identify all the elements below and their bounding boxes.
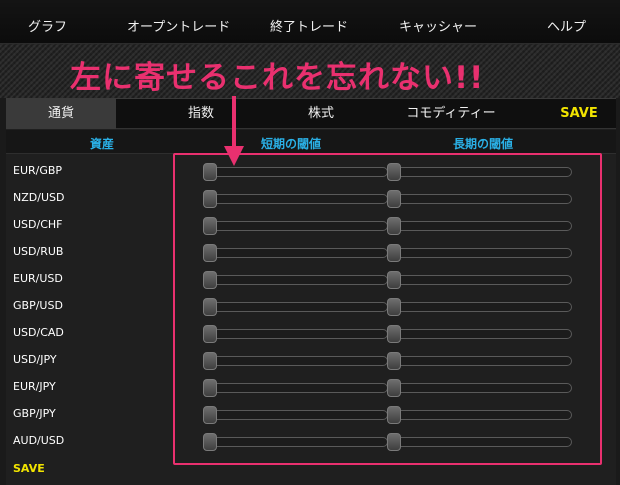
annotation-text: 左に寄せるこれを忘れない!!: [70, 60, 485, 96]
slider-handle[interactable]: [387, 298, 401, 316]
short-threshold-slider[interactable]: [203, 190, 388, 208]
long-threshold-slider[interactable]: [387, 244, 572, 262]
slider-handle[interactable]: [203, 271, 217, 289]
long-threshold-slider[interactable]: [387, 352, 572, 370]
slider-handle[interactable]: [203, 217, 217, 235]
long-threshold-slider[interactable]: [387, 217, 572, 235]
tab-stocks[interactable]: 株式: [286, 99, 356, 129]
nav-item-graph[interactable]: グラフ: [28, 16, 67, 35]
asset-label: EUR/USD: [13, 272, 63, 285]
short-threshold-slider[interactable]: [203, 298, 388, 316]
asset-label: USD/RUB: [13, 245, 64, 258]
slider-handle[interactable]: [387, 325, 401, 343]
short-threshold-slider[interactable]: [203, 271, 388, 289]
short-threshold-slider[interactable]: [203, 433, 388, 451]
short-threshold-slider[interactable]: [203, 406, 388, 424]
long-threshold-slider[interactable]: [387, 433, 572, 451]
tab-save-button[interactable]: SAVE: [554, 99, 604, 129]
asset-label: USD/JPY: [13, 353, 57, 366]
nav-item-cashier[interactable]: キャッシャー: [399, 16, 477, 35]
short-threshold-slider[interactable]: [203, 379, 388, 397]
long-threshold-slider[interactable]: [387, 298, 572, 316]
long-threshold-slider[interactable]: [387, 325, 572, 343]
threshold-settings-panel: 通貨 指数 株式 コモディティー SAVE 資産 短期の閾値 長期の閾値 EUR…: [6, 98, 616, 485]
slider-handle[interactable]: [203, 190, 217, 208]
slider-handle[interactable]: [387, 433, 401, 451]
slider-handle[interactable]: [203, 163, 217, 181]
slider-handle[interactable]: [203, 325, 217, 343]
nav-item-open-trades[interactable]: オープントレード: [127, 16, 230, 35]
long-threshold-slider[interactable]: [387, 163, 572, 181]
slider-handle[interactable]: [387, 271, 401, 289]
slider-handle[interactable]: [203, 244, 217, 262]
slider-handle[interactable]: [387, 406, 401, 424]
slider-handle[interactable]: [387, 244, 401, 262]
long-threshold-slider[interactable]: [387, 271, 572, 289]
asset-label: USD/CAD: [13, 326, 64, 339]
asset-label: EUR/JPY: [13, 380, 56, 393]
column-headers: 資産 短期の閾値 長期の閾値: [6, 130, 616, 154]
column-header-asset: 資産: [90, 137, 115, 151]
slider-handle[interactable]: [387, 190, 401, 208]
slider-handle[interactable]: [203, 298, 217, 316]
slider-handle[interactable]: [203, 406, 217, 424]
short-threshold-slider[interactable]: [203, 325, 388, 343]
slider-handle[interactable]: [203, 433, 217, 451]
top-navigation: グラフ オープントレード 終了トレード キャッシャー ヘルプ: [0, 0, 620, 44]
tab-indices[interactable]: 指数: [116, 99, 286, 129]
asset-label: GBP/USD: [13, 299, 63, 312]
asset-label: EUR/GBP: [13, 164, 63, 177]
nav-item-help[interactable]: ヘルプ: [547, 16, 586, 35]
tab-currency[interactable]: 通貨: [6, 99, 116, 129]
slider-handle[interactable]: [387, 163, 401, 181]
slider-handle[interactable]: [387, 379, 401, 397]
column-header-short-threshold: 短期の閾値: [261, 137, 322, 151]
asset-label: GBP/JPY: [13, 407, 56, 420]
column-header-long-threshold: 長期の閾値: [453, 137, 514, 151]
nav-item-closed-trades[interactable]: 終了トレード: [270, 16, 348, 35]
short-threshold-slider[interactable]: [203, 352, 388, 370]
short-threshold-slider[interactable]: [203, 244, 388, 262]
long-threshold-slider[interactable]: [387, 406, 572, 424]
asset-label: AUD/USD: [13, 434, 65, 447]
short-threshold-slider[interactable]: [203, 217, 388, 235]
slider-handle[interactable]: [387, 217, 401, 235]
asset-tabs: 通貨 指数 株式 コモディティー SAVE: [6, 99, 616, 129]
long-threshold-slider[interactable]: [387, 190, 572, 208]
tab-commodities[interactable]: コモディティー: [396, 99, 506, 129]
slider-handle[interactable]: [203, 379, 217, 397]
asset-label: NZD/USD: [13, 191, 65, 204]
slider-handle[interactable]: [387, 352, 401, 370]
save-button[interactable]: SAVE: [13, 462, 45, 475]
asset-label: USD/CHF: [13, 218, 63, 231]
short-threshold-slider[interactable]: [203, 163, 388, 181]
long-threshold-slider[interactable]: [387, 379, 572, 397]
slider-handle[interactable]: [203, 352, 217, 370]
